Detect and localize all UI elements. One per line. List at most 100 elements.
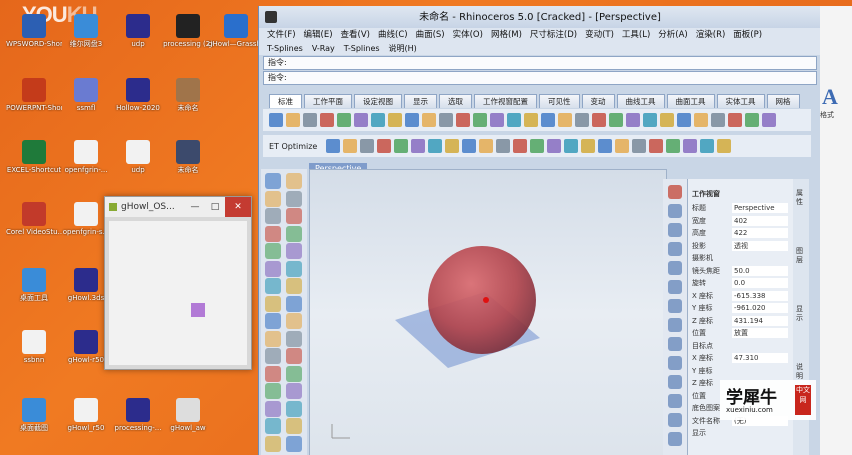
desktop-icon[interactable]: gHowl—Grasshopp...	[208, 14, 264, 48]
property-value[interactable]: 放置	[732, 328, 788, 338]
menu-item[interactable]: 编辑(E)	[304, 28, 333, 42]
property-value[interactable]: 47.310	[732, 353, 788, 363]
toolbar-tab[interactable]: 标准	[269, 94, 302, 108]
panel-icon[interactable]	[668, 394, 682, 408]
panel-icon[interactable]	[668, 261, 682, 275]
optimize-tool-icon[interactable]	[343, 139, 358, 153]
toolbar-tab[interactable]: 显示	[404, 94, 437, 108]
modeling-tool-icon[interactable]	[265, 208, 281, 224]
tool-icon[interactable]	[745, 113, 759, 127]
panel-icon[interactable]	[668, 432, 682, 446]
menu-item[interactable]: 文件(F)	[267, 28, 296, 42]
optimize-tool-icon[interactable]	[479, 139, 494, 153]
desktop-icon[interactable]: 未命名	[160, 140, 216, 174]
panel-icon[interactable]	[668, 375, 682, 389]
modeling-tool-icon[interactable]	[265, 295, 281, 312]
tool-icon[interactable]	[320, 113, 334, 127]
optimize-tool-icon[interactable]	[377, 139, 392, 153]
desktop-icon[interactable]: processing-...	[110, 398, 166, 432]
property-value[interactable]: 402	[732, 215, 788, 226]
property-value[interactable]: Perspective	[732, 203, 788, 213]
tool-icon[interactable]	[558, 113, 572, 127]
tool-icon[interactable]	[405, 113, 419, 127]
menu-item[interactable]: V-Ray	[312, 42, 335, 55]
menu-item[interactable]: 网格(M)	[491, 28, 522, 42]
optimize-tool-icon[interactable]	[496, 139, 511, 153]
property-value[interactable]: 422	[732, 228, 788, 238]
toolbar-tab[interactable]: 工作视窗配置	[474, 94, 537, 108]
modeling-tool-icon[interactable]	[265, 330, 281, 347]
optimize-tool-icon[interactable]	[360, 139, 375, 153]
rhino-titlebar[interactable]: 未命名 - Rhinoceros 5.0 [Cracked] - [Perspe…	[259, 6, 821, 28]
modeling-tool-icon[interactable]	[265, 173, 281, 189]
tool-icon[interactable]	[660, 113, 674, 127]
modeling-tool-icon[interactable]	[265, 365, 281, 382]
modeling-tool-icon[interactable]	[286, 313, 302, 329]
optimize-tool-icon[interactable]	[581, 139, 596, 153]
menu-item[interactable]: 面板(P)	[733, 28, 762, 42]
toolbar-tab[interactable]: 曲线工具	[616, 94, 665, 108]
panel-icon[interactable]	[668, 242, 682, 256]
modeling-tool-icon[interactable]	[286, 383, 302, 399]
tool-icon[interactable]	[388, 113, 402, 127]
tool-icon[interactable]	[337, 113, 351, 127]
tool-icon[interactable]	[524, 113, 538, 127]
tool-icon[interactable]	[677, 113, 691, 127]
menu-item[interactable]: 曲线(C)	[378, 28, 408, 42]
menu-item[interactable]: 工具(L)	[622, 28, 650, 42]
tool-icon[interactable]	[507, 113, 521, 127]
tool-icon[interactable]	[728, 113, 742, 127]
optimize-tool-icon[interactable]	[632, 139, 647, 153]
optimize-tool-icon[interactable]	[462, 139, 477, 153]
panel-icon[interactable]	[668, 223, 682, 237]
optimize-tool-icon[interactable]	[700, 139, 715, 153]
panel-icon[interactable]	[668, 318, 682, 332]
tool-icon[interactable]	[541, 113, 555, 127]
tool-icon[interactable]	[643, 113, 657, 127]
sphere-object[interactable]	[428, 246, 536, 354]
optimize-tool-icon[interactable]	[445, 139, 460, 153]
toolbar-tab[interactable]: 曲面工具	[666, 94, 715, 108]
panel-icon[interactable]	[668, 337, 682, 351]
tool-icon[interactable]	[422, 113, 436, 127]
modeling-tool-icon[interactable]	[286, 330, 302, 347]
optimize-tool-icon[interactable]	[615, 139, 630, 153]
optimize-tool-icon[interactable]	[683, 139, 698, 153]
optimize-tool-icon[interactable]	[326, 139, 341, 153]
panel-icon[interactable]	[668, 299, 682, 313]
toolbar-tab[interactable]: 可见性	[539, 94, 580, 108]
modeling-tool-icon[interactable]	[265, 225, 281, 242]
modeling-tool-icon[interactable]	[286, 243, 302, 259]
modeling-tool-icon[interactable]	[265, 313, 281, 329]
toolbar-tab[interactable]: 网格	[766, 94, 800, 108]
property-value[interactable]: 透视	[732, 240, 788, 251]
toolbar-tab[interactable]: 实体工具	[716, 94, 765, 108]
tool-icon[interactable]	[286, 113, 300, 127]
desktop-icon[interactable]: POWERPNT-Shortcut	[6, 78, 62, 112]
panel-icon[interactable]	[668, 204, 682, 218]
menu-item[interactable]: 曲面(S)	[416, 28, 445, 42]
optimize-tool-icon[interactable]	[394, 139, 409, 153]
toolbar-tab[interactable]: 工作平面	[304, 94, 352, 108]
property-value[interactable]: -961.020	[732, 303, 788, 313]
desktop-icon[interactable]: ssbnn	[6, 330, 62, 364]
optimize-tool-icon[interactable]	[547, 139, 562, 153]
property-value[interactable]: 431.194	[732, 315, 788, 326]
property-value[interactable]: 0.0	[732, 278, 788, 288]
tool-icon[interactable]	[711, 113, 725, 127]
menu-item[interactable]: 实体(O)	[453, 28, 483, 42]
modeling-tool-icon[interactable]	[265, 260, 281, 277]
modeling-tool-icon[interactable]	[265, 348, 281, 364]
menu-item[interactable]: T-Splines	[344, 42, 380, 55]
optimize-tool-icon[interactable]	[564, 139, 579, 153]
optimize-tool-icon[interactable]	[530, 139, 545, 153]
desktop-icon[interactable]: ssmfl	[58, 78, 114, 112]
panel-icon[interactable]	[668, 413, 682, 427]
tool-icon[interactable]	[626, 113, 640, 127]
desktop-icon[interactable]: udp	[110, 140, 166, 174]
tool-icon[interactable]	[269, 113, 283, 127]
optimize-tool-icon[interactable]	[598, 139, 613, 153]
optimize-tool-icon[interactable]	[666, 139, 681, 153]
desktop-icon[interactable]: WPSWORD-Shortcut	[6, 14, 62, 48]
modeling-tool-icon[interactable]	[286, 278, 302, 294]
